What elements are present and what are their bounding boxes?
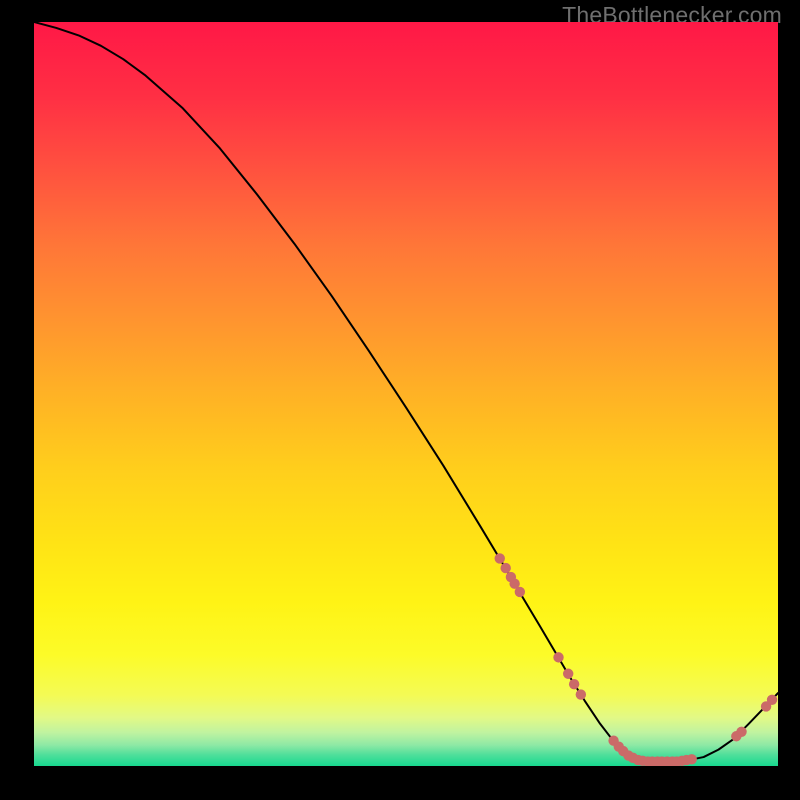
data-marker xyxy=(553,652,563,662)
data-marker xyxy=(563,669,573,679)
data-marker xyxy=(569,679,579,689)
data-marker xyxy=(687,754,697,764)
chart-background xyxy=(34,22,778,766)
data-marker xyxy=(515,587,525,597)
plot-area xyxy=(34,22,778,766)
data-marker xyxy=(576,689,586,699)
data-marker xyxy=(495,553,505,563)
data-marker xyxy=(736,727,746,737)
chart-root: TheBottleneсker.com xyxy=(0,0,800,800)
data-marker xyxy=(501,563,511,573)
data-marker xyxy=(767,695,777,705)
chart-svg xyxy=(34,22,778,766)
